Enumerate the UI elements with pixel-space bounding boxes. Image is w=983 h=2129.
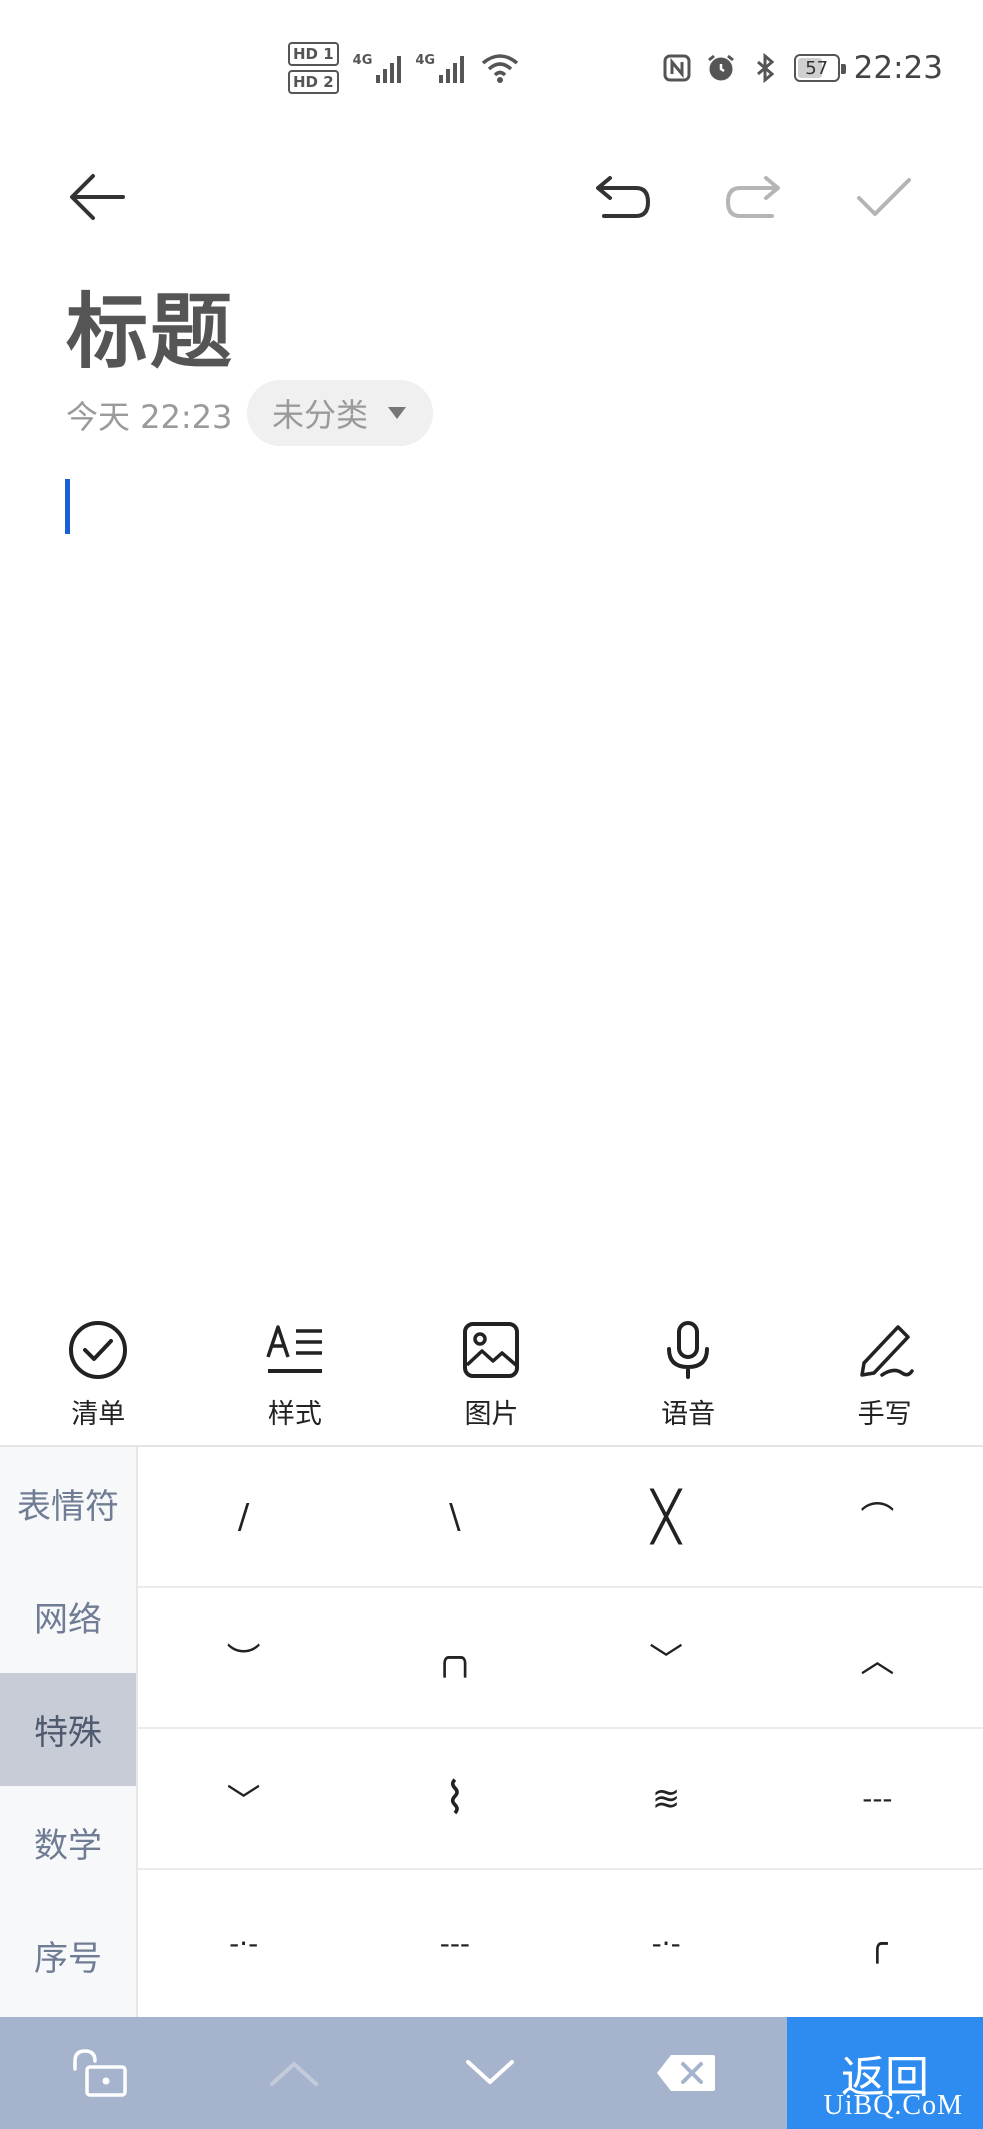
backspace-icon: [657, 2055, 715, 2091]
category-network[interactable]: 网络: [0, 1560, 136, 1673]
symbol-key[interactable]: \: [349, 1447, 560, 1586]
symbol-key[interactable]: ︿: [772, 1588, 983, 1727]
signal-bars-icon: [439, 53, 465, 83]
category-special[interactable]: 特殊: [0, 1673, 136, 1786]
voice-button[interactable]: 语音: [590, 1310, 787, 1445]
symbol-row: ︶ ╭╮ ﹀ ︿: [138, 1588, 983, 1729]
redo-icon: [725, 176, 780, 218]
battery-level: 57: [805, 57, 829, 79]
symbol-key[interactable]: ︶: [138, 1588, 349, 1727]
note-title[interactable]: 标题: [66, 265, 234, 384]
symbol-key[interactable]: ⌒: [772, 1447, 983, 1586]
sim1-network-label: 4G: [352, 53, 373, 68]
sim2-signal: 4G: [415, 53, 465, 83]
undo-icon: [596, 176, 651, 218]
text-cursor: [65, 479, 70, 534]
back-button[interactable]: [60, 160, 134, 234]
symbol-key[interactable]: -·-: [138, 1870, 349, 2017]
handwriting-button[interactable]: 手写: [786, 1310, 983, 1445]
hd2-badge: HD 2: [288, 70, 339, 94]
chevron-down-icon: [466, 2060, 514, 2084]
check-icon: [857, 178, 911, 216]
signal-indicators: HD 1 HD 2 4G 4G: [288, 42, 520, 94]
symbol-row: -·- --- -·- ╭: [138, 1870, 983, 2017]
confirm-button[interactable]: [847, 160, 921, 234]
style-button[interactable]: 样式: [197, 1310, 394, 1445]
symbol-keyboard: 表情符 网络 特殊 数学 序号 / \ ╳ ⌒ ︶ ╭╮ ﹀ ︿ ﹀ ⌇ ≋ -…: [0, 1447, 983, 2017]
symbol-key[interactable]: ---: [772, 1729, 983, 1868]
redo-button[interactable]: [716, 160, 790, 234]
pen-icon: [859, 1325, 914, 1377]
system-indicators: 57 22:23: [662, 50, 943, 86]
editor-toolbar: 清单 样式 图片 语音 手写: [0, 1310, 983, 1445]
symbol-key[interactable]: -·-: [561, 1870, 772, 2017]
symbol-row: ﹀ ⌇ ≋ ---: [138, 1729, 983, 1870]
symbol-key[interactable]: ╳: [561, 1447, 772, 1586]
symbol-key[interactable]: ﹀: [561, 1588, 772, 1727]
sim1-signal: 4G: [353, 53, 402, 83]
status-time: 22:23: [853, 50, 943, 86]
symbol-key[interactable]: ⌇: [349, 1729, 560, 1868]
symbol-category-list: 表情符 网络 特殊 数学 序号: [0, 1447, 138, 2017]
symbol-key[interactable]: /: [138, 1447, 349, 1586]
hd1-badge: HD 1: [288, 42, 339, 66]
delete-button[interactable]: [588, 2017, 784, 2129]
symbol-key[interactable]: ﹀: [138, 1729, 349, 1868]
dropdown-triangle-icon: [388, 407, 406, 419]
handwriting-label: 手写: [857, 1399, 912, 1430]
symbol-key[interactable]: ╭╮: [349, 1588, 560, 1727]
category-ordinal[interactable]: 序号: [0, 1899, 136, 2012]
voice-label: 语音: [661, 1399, 716, 1430]
page-down-button[interactable]: [392, 2017, 588, 2129]
hd-badges: HD 1 HD 2: [288, 42, 339, 94]
battery-icon: 57: [793, 54, 846, 82]
lock-button[interactable]: [0, 2017, 196, 2129]
symbol-key[interactable]: ---: [349, 1870, 560, 2017]
checklist-icon: [69, 1321, 128, 1379]
nfc-icon: [663, 54, 691, 82]
symbol-row: / \ ╳ ⌒: [138, 1447, 983, 1588]
watermark: UiBQ.CoM: [823, 2090, 963, 2121]
symbol-key[interactable]: ╭: [772, 1870, 983, 2017]
note-date: 今天 22:23: [66, 398, 233, 436]
back-arrow-icon: [70, 174, 125, 220]
undo-button[interactable]: [586, 160, 660, 234]
symbol-grid: / \ ╳ ⌒ ︶ ╭╮ ﹀ ︿ ﹀ ⌇ ≋ --- -·- --- -·- ╭: [138, 1447, 983, 2017]
alarm-icon: [707, 54, 734, 81]
checklist-button[interactable]: 清单: [0, 1310, 197, 1445]
image-button[interactable]: 图片: [393, 1310, 590, 1445]
bluetooth-icon: [756, 53, 774, 83]
checklist-label: 清单: [71, 1399, 126, 1430]
status-bar: HD 1 HD 2 4G 4G 57 22:23: [0, 0, 983, 140]
chevron-up-icon: [270, 2062, 318, 2086]
text-style-icon: [266, 1325, 322, 1373]
sim2-network-label: 4G: [415, 53, 436, 68]
category-dropdown[interactable]: 未分类: [247, 380, 433, 446]
unlock-icon: [73, 2049, 127, 2097]
page-up-button[interactable]: [196, 2017, 392, 2129]
microphone-icon: [667, 1321, 710, 1379]
signal-bars-icon: [376, 53, 402, 83]
wifi-icon: [481, 54, 519, 83]
symbol-key[interactable]: ≋: [561, 1729, 772, 1868]
image-icon: [463, 1322, 520, 1378]
category-label: 未分类: [271, 396, 368, 434]
category-emoticon[interactable]: 表情符: [0, 1447, 136, 1560]
image-label: 图片: [464, 1399, 519, 1430]
style-label: 样式: [267, 1399, 322, 1430]
category-math[interactable]: 数学: [0, 1786, 136, 1899]
